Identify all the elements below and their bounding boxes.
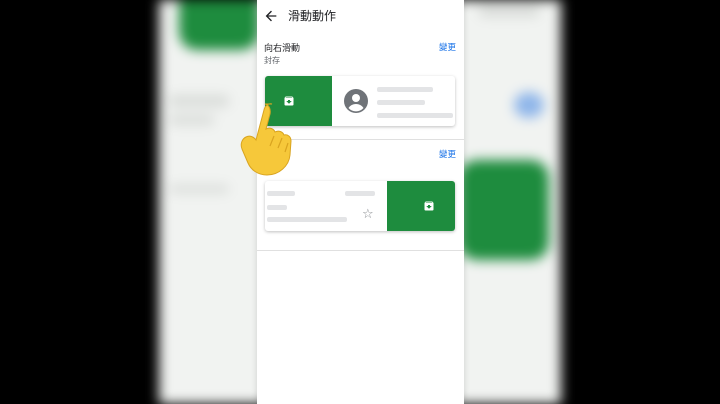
archive-swipe-background [387, 181, 455, 231]
left-swipe-change-button[interactable]: 變更 [439, 148, 456, 160]
placeholder-line [377, 87, 433, 92]
placeholder-line [267, 205, 287, 210]
right-swipe-action: 封存 [264, 56, 280, 65]
placeholder-line [267, 191, 295, 196]
app-bar: 滑動動作 [257, 0, 464, 34]
placeholder-line [345, 191, 375, 196]
left-swipe-preview-card: ☆ [265, 181, 455, 231]
page-title: 滑動動作 [288, 9, 337, 23]
archive-icon [424, 201, 434, 211]
divider [257, 250, 464, 251]
placeholder-line [377, 100, 425, 105]
settings-screen: 滑動動作 向右滑動 封存 變更 動 變更 [257, 0, 464, 404]
arrow-back-icon[interactable] [263, 8, 279, 24]
star-icon: ☆ [362, 207, 374, 222]
right-swipe-change-button[interactable]: 變更 [439, 41, 456, 53]
placeholder-line [267, 217, 347, 222]
placeholder-line [377, 113, 453, 118]
right-swipe-title: 向右滑動 [264, 44, 301, 54]
avatar-icon [344, 89, 368, 113]
pointing-hand-icon [240, 103, 292, 176]
